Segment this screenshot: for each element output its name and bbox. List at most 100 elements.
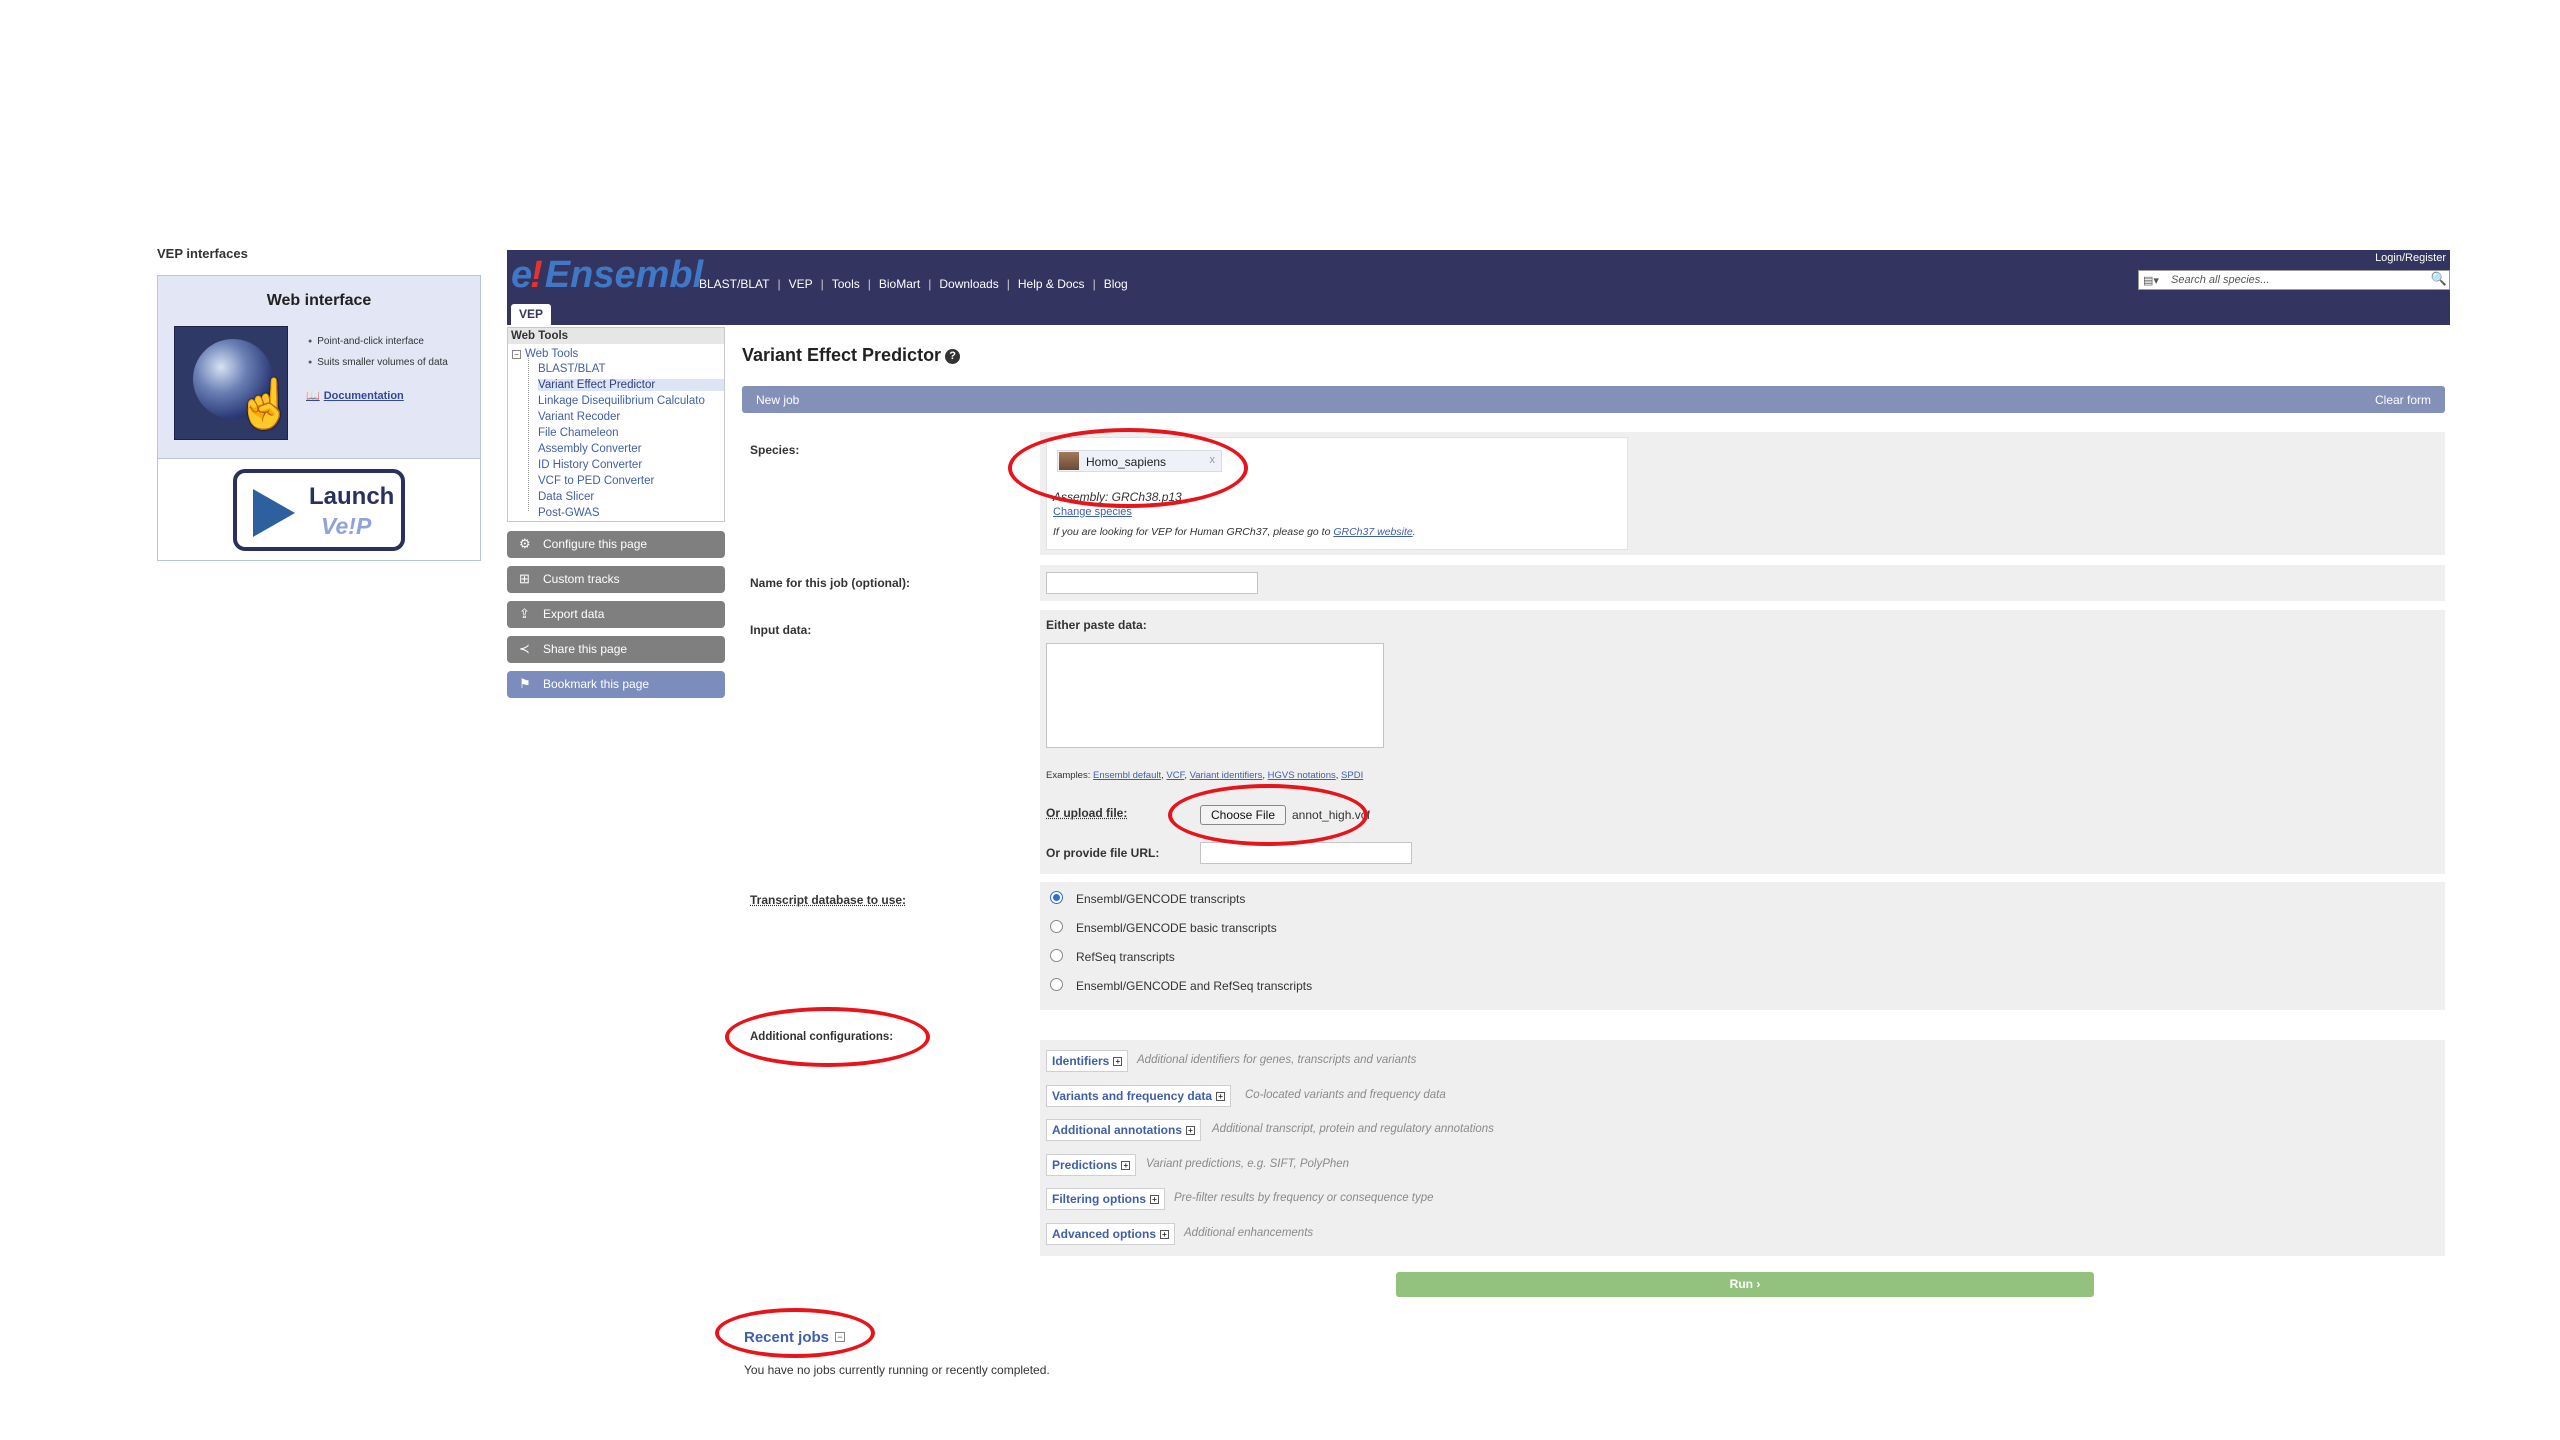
sidebar-item-data-slicer[interactable]: Data Slicer — [538, 491, 594, 503]
share-page-button[interactable]: ≺ Share this page — [507, 636, 725, 663]
variants-frequency-section-toggle[interactable]: Variants and frequency data + — [1046, 1085, 1232, 1107]
search-icon[interactable]: 🔍 — [2431, 271, 2447, 287]
species-label: Species: — [750, 443, 800, 457]
assembly-text: Assembly: GRCh38.p13 — [1053, 490, 1182, 504]
nav-blast[interactable]: BLAST/BLAT — [699, 277, 769, 291]
grch37-link[interactable]: GRCh37 website — [1333, 526, 1412, 538]
nav-downloads[interactable]: Downloads — [939, 277, 998, 291]
page-title: Variant Effect Predictor? — [742, 345, 961, 366]
nav-blog[interactable]: Blog — [1104, 277, 1128, 291]
ensembl-logo[interactable]: e!Ensembl — [511, 254, 703, 297]
expand-icon: + — [1216, 1092, 1226, 1101]
expand-icon: + — [1160, 1230, 1170, 1239]
example-variant-identifiers[interactable]: Variant identifiers — [1190, 770, 1263, 781]
launch-vep-button[interactable]: Launch Ve!P — [233, 469, 405, 551]
vep-logo-text: Ve!P — [321, 513, 372, 539]
launch-label: Launch — [309, 483, 395, 510]
additional-config-label: Additional configurations: — [750, 1031, 894, 1043]
paste-data-textarea[interactable] — [1046, 643, 1384, 748]
upload-file-label: Or upload file: — [1046, 806, 1128, 820]
radio-label: Ensembl/GENCODE basic transcripts — [1076, 921, 1277, 935]
species-remove-icon[interactable]: x — [1210, 454, 1216, 466]
collapse-icon[interactable]: − — [512, 350, 521, 359]
expand-icon: + — [1186, 1126, 1195, 1135]
web-interface-info: Web interface ☝ Point-and-click interfac… — [158, 276, 480, 459]
share-icon: ≺ — [519, 641, 530, 656]
feature-item: Point-and-click interface — [308, 336, 424, 347]
filtering-options-section-toggle[interactable]: Filtering options + — [1046, 1188, 1165, 1210]
expand-icon: + — [1113, 1057, 1123, 1066]
sidebar-item-vep[interactable]: Variant Effect Predictor — [538, 379, 724, 391]
export-icon: ⇪ — [519, 606, 530, 621]
help-icon[interactable]: ? — [945, 349, 961, 364]
paste-data-label: Either paste data: — [1046, 618, 1147, 632]
tree-root[interactable]: − Web Tools — [512, 348, 578, 360]
custom-tracks-button[interactable]: ⊞ Custom tracks — [507, 566, 725, 593]
web-interface-title: Web interface — [266, 292, 372, 309]
advanced-options-section-toggle[interactable]: Advanced options + — [1046, 1223, 1176, 1245]
recent-jobs-toggle[interactable]: Recent jobs − — [744, 1329, 846, 1346]
run-button[interactable]: Run › — [1396, 1272, 2094, 1297]
radio-ensembl-gencode[interactable] — [1050, 891, 1063, 904]
job-name-label: Name for this job (optional): — [750, 576, 910, 590]
web-interface-card: Web interface ☝ Point-and-click interfac… — [157, 275, 481, 561]
file-url-input[interactable] — [1200, 842, 1412, 864]
feature-item: Suits smaller volumes of data — [308, 357, 448, 368]
tab-vep[interactable]: VEP — [511, 304, 551, 325]
sidebar-item-post-gwas[interactable]: Post-GWAS — [538, 507, 600, 519]
radio-ensembl-refseq[interactable] — [1050, 978, 1063, 991]
tree-heading: Web Tools — [508, 328, 724, 344]
sidebar-item-blast[interactable]: BLAST/BLAT — [538, 363, 606, 375]
nav-tools[interactable]: Tools — [832, 277, 860, 291]
search-placeholder: Search all species... — [2171, 274, 2270, 286]
species-search-input[interactable]: ▤▾ Search all species... 🔍 — [2138, 270, 2450, 290]
login-register-link[interactable]: Login/Register — [2375, 252, 2446, 264]
additional-annotations-section-toggle[interactable]: Additional annotations + — [1046, 1119, 1201, 1141]
example-vcf[interactable]: VCF — [1166, 770, 1184, 781]
choose-file-button[interactable]: Choose File — [1200, 805, 1286, 825]
expand-icon: + — [1121, 1161, 1131, 1170]
config-description: Co-located variants and frequency data — [1245, 1089, 1446, 1101]
bookmark-icon: ⚑ — [519, 676, 531, 691]
file-url-label: Or provide file URL: — [1046, 846, 1160, 860]
species-thumbnail — [1059, 452, 1079, 470]
sidebar-item-file-chameleon[interactable]: File Chameleon — [538, 427, 619, 439]
examples-line: Examples: Ensembl default, VCF, Variant … — [1046, 770, 1364, 781]
vep-interfaces-heading: VEP interfaces — [157, 246, 248, 261]
sidebar-item-assembly-converter[interactable]: Assembly Converter — [538, 443, 642, 455]
export-data-button[interactable]: ⇪ Export data — [507, 601, 725, 628]
sidebar-item-ld-calculator[interactable]: Linkage Disequilibrium Calculato — [538, 395, 705, 407]
example-hgvs[interactable]: HGVS notations — [1268, 770, 1336, 781]
change-species-link[interactable]: Change species — [1053, 506, 1132, 518]
new-job-label: New job — [756, 393, 800, 407]
sidebar-item-vcf-to-ped[interactable]: VCF to PED Converter — [538, 475, 654, 487]
globe-hand-icon: ☝ — [174, 326, 295, 440]
documentation-label: Documentation — [323, 390, 404, 402]
sidebar-item-id-history[interactable]: ID History Converter — [538, 459, 642, 471]
nav-help-docs[interactable]: Help & Docs — [1018, 277, 1085, 291]
clear-form-link[interactable]: Clear form — [2375, 393, 2431, 407]
bookmark-page-button[interactable]: ⚑ Bookmark this page — [507, 671, 725, 698]
predictions-section-toggle[interactable]: Predictions + — [1046, 1154, 1137, 1176]
config-description: Additional transcript, protein and regul… — [1212, 1123, 1494, 1135]
play-icon — [253, 489, 295, 537]
nav-vep[interactable]: VEP — [789, 277, 813, 291]
config-description: Pre-filter results by frequency or conse… — [1174, 1192, 1434, 1204]
ensembl-header: e!Ensembl BLAST/BLAT | VEP | Tools | BioMar… — [507, 250, 2450, 325]
sidebar-item-variant-recoder[interactable]: Variant Recoder — [538, 411, 620, 423]
example-spdi[interactable]: SPDI — [1341, 770, 1363, 781]
configure-page-button[interactable]: ⚙ Configure this page — [507, 531, 725, 558]
radio-refseq[interactable] — [1050, 949, 1063, 962]
radio-label: Ensembl/GENCODE transcripts — [1076, 892, 1246, 906]
radio-ensembl-gencode-basic[interactable] — [1050, 920, 1063, 933]
example-ensembl-default[interactable]: Ensembl default — [1093, 770, 1161, 781]
identifiers-section-toggle[interactable]: Identifiers + — [1046, 1050, 1129, 1072]
species-chip[interactable]: Homo_sapiens x — [1057, 450, 1222, 472]
new-job-bar: New job Clear form — [742, 386, 2445, 413]
grch37-note: If you are looking for VEP for Human GRC… — [1053, 526, 1416, 538]
documentation-link[interactable]: 📖 Documentation — [306, 389, 404, 402]
gear-icon: ⚙ — [519, 536, 531, 551]
nav-biomart[interactable]: BioMart — [879, 277, 920, 291]
job-name-input[interactable] — [1046, 572, 1258, 594]
species-dropdown-icon[interactable]: ▤▾ — [2143, 274, 2159, 287]
